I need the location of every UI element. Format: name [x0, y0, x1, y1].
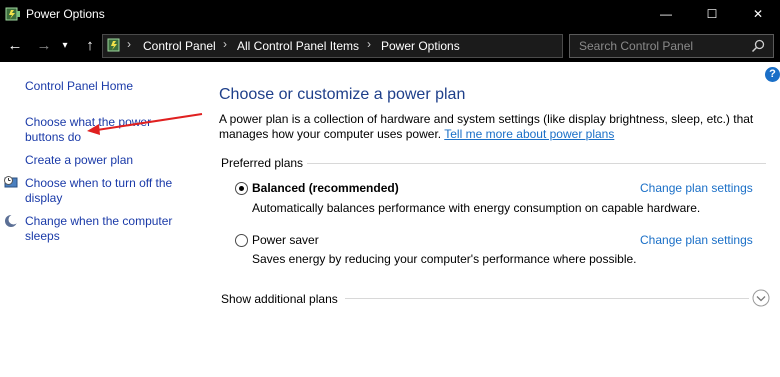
close-button[interactable]: ✕ [735, 0, 780, 29]
power-saver-radio[interactable] [235, 234, 248, 247]
minimize-button[interactable]: — [643, 0, 689, 29]
control-panel-home-link[interactable]: Control Panel Home [25, 79, 133, 94]
search-input[interactable]: Search Control Panel [569, 34, 774, 58]
title-bar: Power Options — ☐ ✕ [0, 0, 780, 29]
plan-name-power-saver[interactable]: Power saver [252, 233, 319, 247]
search-icon[interactable] [750, 38, 766, 54]
search-placeholder: Search Control Panel [579, 39, 694, 53]
breadcrumb-separator[interactable]: › [367, 37, 371, 51]
additional-plans-divider [345, 298, 749, 299]
plan-name-balanced[interactable]: Balanced (recommended) [252, 181, 399, 195]
balanced-radio[interactable] [235, 182, 248, 195]
up-button[interactable]: ↑ [80, 36, 100, 56]
breadcrumb-all-items[interactable]: All Control Panel Items [237, 39, 359, 53]
sidebar-item-label: Create a power plan [25, 153, 134, 167]
sidebar-item-sleep[interactable]: Change when the computer sleeps [25, 214, 172, 244]
power-options-icon [5, 7, 20, 21]
back-button[interactable]: ← [5, 36, 25, 56]
show-additional-plans-label[interactable]: Show additional plans [221, 292, 338, 306]
sidebar-item-label: Choose when to turn off the [25, 176, 173, 190]
preferred-plans-label: Preferred plans [221, 156, 304, 170]
group-divider [307, 163, 766, 164]
recent-locations-button[interactable]: ▾ [58, 36, 72, 56]
moon-icon [5, 214, 19, 227]
sidebar-item-create-plan[interactable]: Create a power plan [25, 153, 133, 168]
breadcrumb-control-panel[interactable]: Control Panel [143, 39, 216, 53]
plan-description-power-saver: Saves energy by reducing your computer's… [252, 252, 637, 266]
power-options-icon [107, 38, 120, 52]
sidebar-item-label: Change when the computer [25, 214, 173, 228]
forward-button[interactable]: → [34, 36, 54, 56]
sidebar-item-display-off[interactable]: Choose when to turn off the display [25, 176, 172, 206]
help-icon[interactable]: ? [765, 67, 780, 82]
change-plan-settings-power-saver[interactable]: Change plan settings [640, 233, 753, 247]
address-bar[interactable]: › Control Panel › All Control Panel Item… [102, 34, 563, 58]
maximize-button[interactable]: ☐ [689, 0, 735, 29]
page-title: Choose or customize a power plan [219, 86, 466, 103]
change-plan-settings-balanced[interactable]: Change plan settings [640, 181, 753, 195]
sidebar-item-label: display [25, 191, 63, 205]
page-description: A power plan is a collection of hardware… [219, 112, 764, 142]
breadcrumb-separator[interactable]: › [223, 37, 227, 51]
monitor-clock-icon [4, 176, 18, 188]
window-title: Power Options [26, 7, 105, 21]
breadcrumb-separator[interactable]: › [127, 37, 131, 51]
sidebar-item-label: sleeps [25, 229, 60, 243]
annotation-arrow [87, 113, 203, 135]
chevron-down-icon[interactable] [752, 289, 770, 307]
learn-more-link[interactable]: Tell me more about power plans [444, 127, 614, 141]
breadcrumb-power-options[interactable]: Power Options [381, 39, 460, 53]
plan-description-balanced: Automatically balances performance with … [252, 201, 701, 215]
